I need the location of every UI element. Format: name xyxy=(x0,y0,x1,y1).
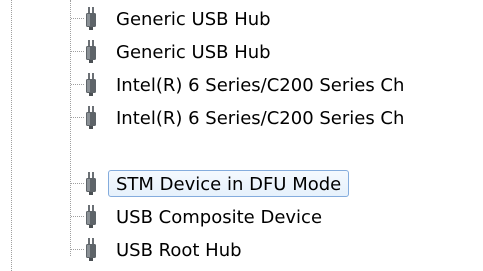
tree-item-generic-usb-hub-1[interactable]: Generic USB Hub xyxy=(0,2,483,35)
tree-item-label: Intel(R) 6 Series/C200 Series Ch xyxy=(116,75,405,96)
tree-item-label: Generic USB Hub xyxy=(116,42,271,63)
tree-connector xyxy=(71,249,84,250)
tree-item-label: USB Root Hub xyxy=(116,240,242,261)
tree-connector xyxy=(71,18,84,19)
tree-item-label: Intel(R) 6 Series/C200 Series Ch xyxy=(116,108,405,129)
device-tree[interactable]: Generic USB Hub Generic USB Hub Intel(R)… xyxy=(0,0,483,271)
tree-connector xyxy=(71,216,84,217)
tree-connector xyxy=(71,51,84,52)
tree-item-intel-controller-1[interactable]: Intel(R) 6 Series/C200 Series Ch xyxy=(0,68,483,101)
usb-connector-icon xyxy=(84,39,98,64)
usb-connector-icon xyxy=(84,204,98,229)
usb-connector-icon xyxy=(84,171,98,196)
tree-connector xyxy=(71,183,84,184)
usb-connector-icon xyxy=(84,237,98,262)
tree-connector xyxy=(71,84,84,85)
tree-item-usb-root-hub[interactable]: USB Root Hub xyxy=(0,233,483,266)
usb-connector-icon xyxy=(84,6,98,31)
tree-item-usb-composite-device[interactable]: USB Composite Device xyxy=(0,200,483,233)
tree-item-label: STM Device in DFU Mode xyxy=(108,170,350,197)
usb-connector-icon xyxy=(84,105,98,130)
usb-connector-icon xyxy=(84,72,98,97)
tree-item-stm-dfu-device[interactable]: STM Device in DFU Mode xyxy=(0,167,483,200)
tree-connector xyxy=(71,117,84,118)
tree-item-generic-usb-hub-2[interactable]: Generic USB Hub xyxy=(0,35,483,68)
tree-item-label: USB Composite Device xyxy=(116,207,323,228)
tree-item-intel-controller-2[interactable]: Intel(R) 6 Series/C200 Series Ch xyxy=(0,101,483,134)
tree-item-label: Generic USB Hub xyxy=(116,9,271,30)
